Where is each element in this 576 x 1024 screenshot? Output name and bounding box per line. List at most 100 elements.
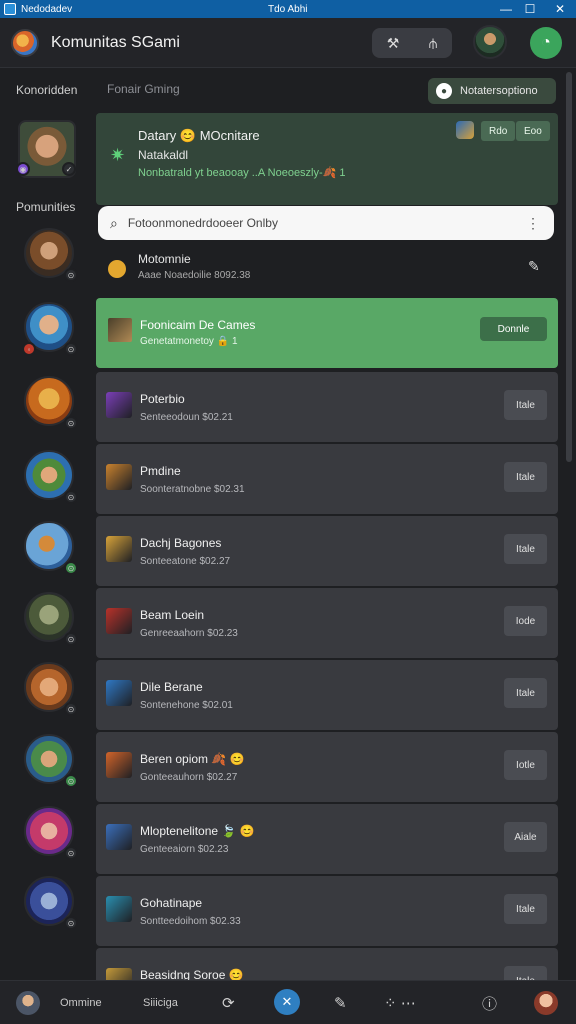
close-button[interactable]: ✕ <box>546 0 574 18</box>
header-tool-pill: ⚒ ⫛ <box>372 28 452 58</box>
purple-badge-icon: ◉ <box>16 162 30 176</box>
alert-badge-icon: ◦ <box>22 342 36 356</box>
install-label: Itale <box>516 471 535 483</box>
rail-item-community[interactable]: ⊙ <box>24 521 78 575</box>
game-thumbnail <box>108 318 132 342</box>
status-badge-icon: ⊙ <box>64 416 78 430</box>
refresh-icon: ⟳ <box>222 995 235 1012</box>
game-card[interactable]: Mloptenelitone 🍃 😊 Genteeaiorn $02.23 Aial… <box>96 804 558 874</box>
download-label: Donnle <box>497 323 530 335</box>
nav-refresh[interactable]: ⟳ <box>222 991 235 1015</box>
nav-tools-label: Siiiciga <box>143 997 178 1009</box>
game-thumbnail <box>106 464 132 490</box>
list-item-subtitle: Aaae Noaedoilie 8092.38 <box>138 270 251 281</box>
game-card[interactable]: Dachj Bagones Sonteeatone $02.27 Itale <box>96 516 558 586</box>
install-button[interactable]: Iode <box>504 606 547 636</box>
status-badge-icon: ⊙ <box>64 774 78 788</box>
nav-apps[interactable]: ⁘ ⋯ <box>384 991 416 1015</box>
install-button[interactable]: Itale <box>504 390 547 420</box>
game-card[interactable]: Gohatinape Sontteedoihom $02.33 Itale <box>96 876 558 946</box>
app-logo-icon[interactable] <box>11 28 39 57</box>
rail-item-community[interactable]: ⊙ <box>24 876 78 930</box>
rail-item-community[interactable]: ⊙ <box>24 376 78 430</box>
feature-line-3: Nonbatrald yt beaooay ..A Noeoeszly-🍂 1 <box>138 167 346 179</box>
more-options-icon[interactable]: ⋮ <box>526 215 540 232</box>
edit-pen-icon[interactable]: ✎ <box>528 258 540 275</box>
nav-info[interactable]: ⓘ <box>482 991 497 1015</box>
game-card[interactable]: Pmdine Soonteratnobne $02.31 Itale <box>96 444 558 514</box>
breadcrumb[interactable]: Fonair Gming <box>107 82 180 96</box>
bottom-navigation: Ommine Siiiciga ⟳ ✕ ✎ ⁘ ⋯ ⓘ <box>0 980 576 1024</box>
status-badge-icon: ⊙ <box>64 632 78 646</box>
coin-icon <box>108 260 126 278</box>
install-label: Iotle <box>516 759 535 771</box>
tag-button[interactable]: Eoo <box>516 121 550 141</box>
search-bar[interactable]: ⌕ Fotoonmonedrdooeer Onlby ⋮ <box>98 206 554 240</box>
install-button[interactable]: Itale <box>504 894 547 924</box>
install-label: Iode <box>515 615 536 627</box>
download-button[interactable]: Donnle <box>480 317 547 341</box>
game-thumbnail <box>106 608 132 634</box>
window-titlebar: Nedodadev Tdo Abhi — ☐ ✕ <box>0 0 576 18</box>
nav-tools[interactable]: Siiiciga <box>143 991 178 1015</box>
maximize-button[interactable]: ☐ <box>516 0 544 18</box>
install-button[interactable]: Itale <box>504 678 547 708</box>
nav-edit[interactable]: ✎ <box>334 991 347 1015</box>
game-card[interactable]: Dile Berane Sontenehone $02.01 Itale <box>96 660 558 730</box>
rail-heading-mid: Pomunities <box>16 200 76 214</box>
game-thumbnail <box>106 824 132 850</box>
game-card[interactable]: Poterbio Senteeodoun $02.21 Itale <box>96 372 558 442</box>
game-card[interactable]: Beam Loein Genreeaahorn $02.23 Iode <box>96 588 558 658</box>
nav-online[interactable]: Ommine <box>60 991 102 1015</box>
install-button[interactable]: Aiale <box>504 822 547 852</box>
install-button[interactable]: Itale <box>504 534 547 564</box>
notification-options-button[interactable]: ● Notatersoptiono <box>428 78 556 104</box>
feature-line-1: Datary 😊 MOcnitare <box>138 128 260 143</box>
new-chat-button[interactable]: ◔ <box>530 27 562 59</box>
game-icon <box>456 121 474 139</box>
install-label: Itale <box>516 903 535 915</box>
game-title: Beren opiom 🍂 😊 <box>140 752 245 766</box>
app-header: Komunitas SGami ⚒ ⫛ ◔ <box>0 18 576 68</box>
search-input[interactable]: Fotoonmonedrdooeer Onlby <box>128 216 278 230</box>
install-label: Itale <box>516 543 535 555</box>
game-subtitle: Genetatmonetoy 🔒 1 <box>140 336 238 347</box>
avatar <box>16 991 40 1015</box>
rail-item-community[interactable]: ⊙ <box>24 662 78 716</box>
game-card[interactable]: Beren opiom 🍂 😊 Gonteeauhorn $02.27 Iotle <box>96 732 558 802</box>
chart-icon[interactable]: ⫛ <box>429 35 437 52</box>
install-button[interactable]: Itale <box>504 462 547 492</box>
rail-item-community[interactable]: ⊙ <box>24 592 78 646</box>
status-badge-icon: ⊙ <box>64 702 78 716</box>
user-avatar[interactable] <box>473 25 507 59</box>
rail-heading-top: Konoridden <box>16 83 78 97</box>
info-icon: ⓘ <box>482 995 498 1013</box>
game-title: Beam Loein <box>140 608 205 622</box>
window-title-center: Tdo Abhi <box>268 3 308 15</box>
list-item[interactable]: Motomnie Aaae Noaedoilie 8092.38 ✎ <box>96 244 558 294</box>
status-badge-icon: ⊙ <box>64 916 78 930</box>
rail-item-community[interactable]: ⊙ <box>24 228 78 282</box>
game-card-active[interactable]: Foonicaim De Cames Genetatmonetoy 🔒 1 Do… <box>96 298 558 368</box>
nav-games-active[interactable]: ✕ <box>274 989 300 1015</box>
nav-user[interactable] <box>534 991 558 1015</box>
rail-item-community[interactable]: ⊙ <box>24 806 78 860</box>
scrollbar[interactable] <box>566 72 572 462</box>
install-label: Itale <box>516 687 535 699</box>
status-badge-icon: ⊙ <box>64 561 78 575</box>
rail-item-community[interactable]: ◦ ⊙ <box>22 302 78 356</box>
rail-item-featured[interactable]: ◉ ✓ <box>16 120 76 178</box>
featured-community-card[interactable]: ✷ Datary 😊 MOcnitare Natakaldl Nonbatral… <box>96 113 558 205</box>
rail-item-community[interactable]: ⊙ <box>24 450 78 504</box>
tag-button[interactable]: Rdo <box>481 121 516 141</box>
settings-tool-icon[interactable]: ⚒ <box>387 35 400 52</box>
game-title: Dile Berane <box>140 680 203 694</box>
game-thumbnail <box>106 392 132 418</box>
install-button[interactable]: Iotle <box>504 750 547 780</box>
main-panel: Fonair Gming ● Notatersoptiono ✷ Datary … <box>96 68 562 1008</box>
nav-profile[interactable] <box>16 991 40 1015</box>
app-title: Komunitas SGami <box>51 33 180 51</box>
game-thumbnail <box>106 896 132 922</box>
rail-item-community[interactable]: ⊙ <box>24 734 78 788</box>
feature-line-2: Natakaldl <box>138 148 189 162</box>
